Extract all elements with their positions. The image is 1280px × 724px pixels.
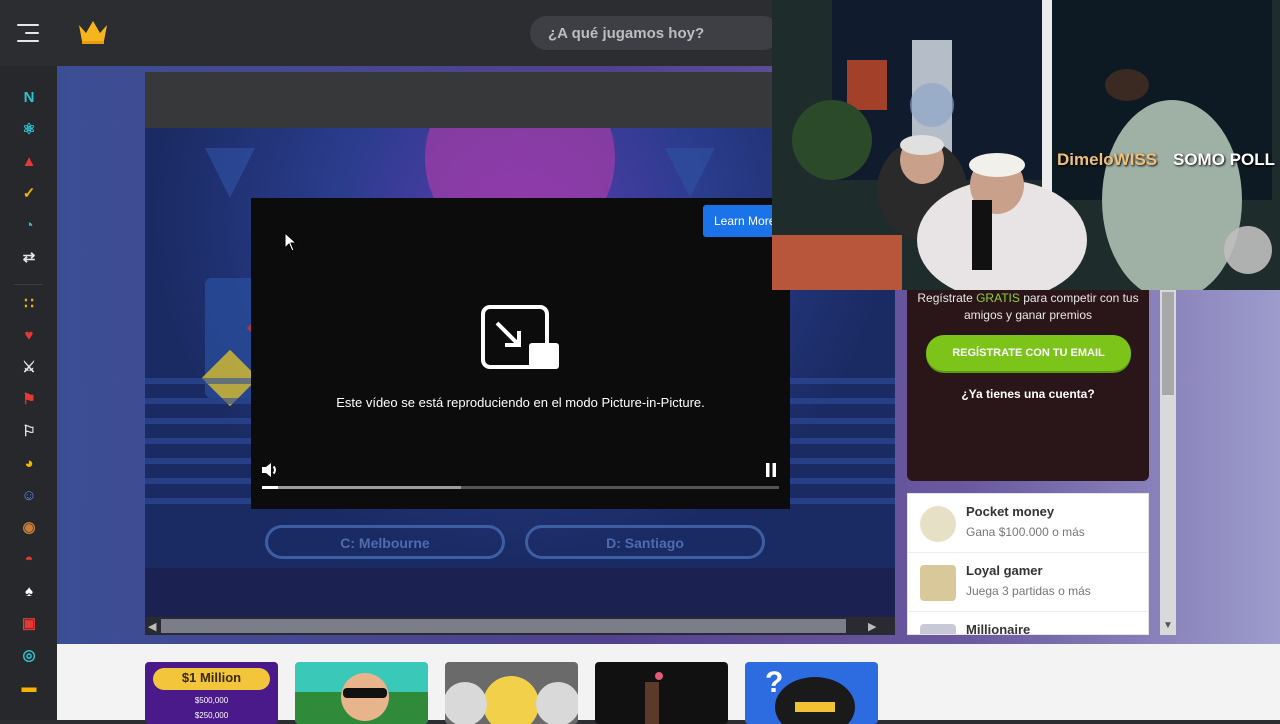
progress-buffered: [262, 486, 462, 489]
card-art: [645, 672, 663, 724]
login-link[interactable]: ¿Ya tienes una cuenta?: [907, 387, 1149, 401]
scroll-left-arrow-icon[interactable]: ◀: [148, 620, 156, 633]
achievement-subtitle: Gana $100.000 o más: [966, 525, 1085, 539]
achievement-title: Pocket money: [966, 504, 1055, 519]
checkered-flag-icon[interactable]: ⚐: [18, 420, 40, 442]
search-input[interactable]: ¿A qué jugamos hoy?: [530, 16, 780, 50]
crown-icon[interactable]: [77, 19, 109, 45]
sidebar-divider: [14, 284, 43, 285]
learn-more-button[interactable]: Learn More: [703, 205, 775, 237]
millionaire-icon: [920, 624, 956, 634]
pip-message: Este vídeo se está reproduciendo en el m…: [336, 395, 705, 410]
picture-in-picture-icon: [481, 305, 559, 369]
scrollbar-thumb[interactable]: [161, 619, 846, 633]
hamburger-menu-icon[interactable]: [17, 24, 39, 42]
scroll-right-arrow-icon[interactable]: ▶: [868, 620, 876, 633]
scrollbar-thumb[interactable]: [1162, 292, 1174, 395]
chat-message: SOMO POLL: [1173, 150, 1275, 169]
check-badge-icon[interactable]: ✓: [18, 182, 40, 204]
flame-icon[interactable]: ▲: [18, 150, 40, 172]
cards-icon[interactable]: ▣: [18, 612, 40, 634]
achievement-item[interactable]: Loyal gamer Juega 3 partidas o más: [908, 553, 1148, 612]
game-card[interactable]: [295, 662, 428, 724]
side-panel-scrollbar[interactable]: ▼: [1160, 290, 1176, 635]
achievements-list: Pocket money Gana $100.000 o más Loyal g…: [907, 493, 1149, 635]
teddy-bear-icon[interactable]: ◉: [18, 516, 40, 538]
speedometer-icon[interactable]: ◔: [18, 214, 40, 236]
new-badge-icon[interactable]: N: [18, 86, 40, 108]
achievement-subtitle: Juega 3 partidas o más: [966, 584, 1091, 598]
shuffle-icon[interactable]: ⇄: [18, 246, 40, 268]
game-card[interactable]: [595, 662, 728, 724]
atom-icon[interactable]: ⚛: [18, 118, 40, 140]
pause-icon[interactable]: [764, 462, 778, 478]
register-email-button[interactable]: REGÍSTRATE CON TU EMAIL: [926, 335, 1131, 371]
kids-icon[interactable]: ☺: [18, 484, 40, 506]
game-card[interactable]: ?: [745, 662, 878, 724]
webcam-scene: [772, 0, 1280, 290]
crossed-swords-icon[interactable]: ⚔: [18, 356, 40, 378]
globe-icon[interactable]: ◎: [18, 644, 40, 666]
progress-played: [262, 486, 278, 489]
game-horizontal-scrollbar[interactable]: ◀ ▶: [145, 617, 895, 635]
chat-username: DimeloWISS: [1057, 150, 1158, 169]
register-text: Regístrate GRATIS para competir con tus …: [917, 290, 1139, 324]
streamer-webcam-overlay: [772, 0, 1280, 290]
mouse-cursor-icon: [284, 232, 298, 252]
game-card-million[interactable]: $1 Million $500,000 $250,000: [145, 662, 278, 724]
achievement-item[interactable]: Millionaire: [908, 612, 1148, 635]
card-line: $250,000: [194, 711, 229, 720]
scroll-down-arrow-icon[interactable]: ▼: [1163, 620, 1173, 631]
card-art: ?: [765, 666, 855, 724]
achievement-title: Millionaire: [966, 622, 1031, 635]
couple-icon[interactable]: ♥: [18, 324, 40, 346]
video-progress-bar[interactable]: [262, 486, 779, 489]
category-sidebar: N ⚛ ▲ ✓ ◔ ⇄ ∷ ♥ ⚔ ⚑ ⚐ ◕ ☺ ◉ ◓ ♠ ▣ ◎ ▬: [0, 66, 57, 720]
register-gratis-highlight: GRATIS: [976, 291, 1020, 305]
game-card[interactable]: [445, 662, 578, 724]
achievement-title: Loyal gamer: [966, 563, 1043, 578]
car-icon[interactable]: ▬: [18, 676, 40, 698]
card-art: [295, 673, 428, 724]
gamer-avatar-icon: [920, 565, 956, 601]
question-mark-icon: ?: [765, 666, 783, 699]
achievement-item[interactable]: Pocket money Gana $100.000 o más: [908, 494, 1148, 553]
answer-c-pill[interactable]: C: Melbourne: [265, 525, 505, 559]
spade-icon[interactable]: ♠: [18, 580, 40, 602]
register-text-before: Regístrate: [917, 291, 977, 305]
pacman-icon[interactable]: ◕: [18, 452, 40, 474]
volume-icon[interactable]: [260, 460, 280, 480]
card-art: [445, 676, 578, 724]
card-line: $500,000: [194, 696, 229, 705]
dots-grid-icon[interactable]: ∷: [18, 292, 40, 314]
answer-d-pill[interactable]: D: Santiago: [525, 525, 765, 559]
flag-icon[interactable]: ⚑: [18, 388, 40, 410]
coin-icon: [920, 506, 956, 542]
card-title: $1 Million: [181, 670, 242, 685]
pokeball-icon[interactable]: ◓: [18, 548, 40, 570]
